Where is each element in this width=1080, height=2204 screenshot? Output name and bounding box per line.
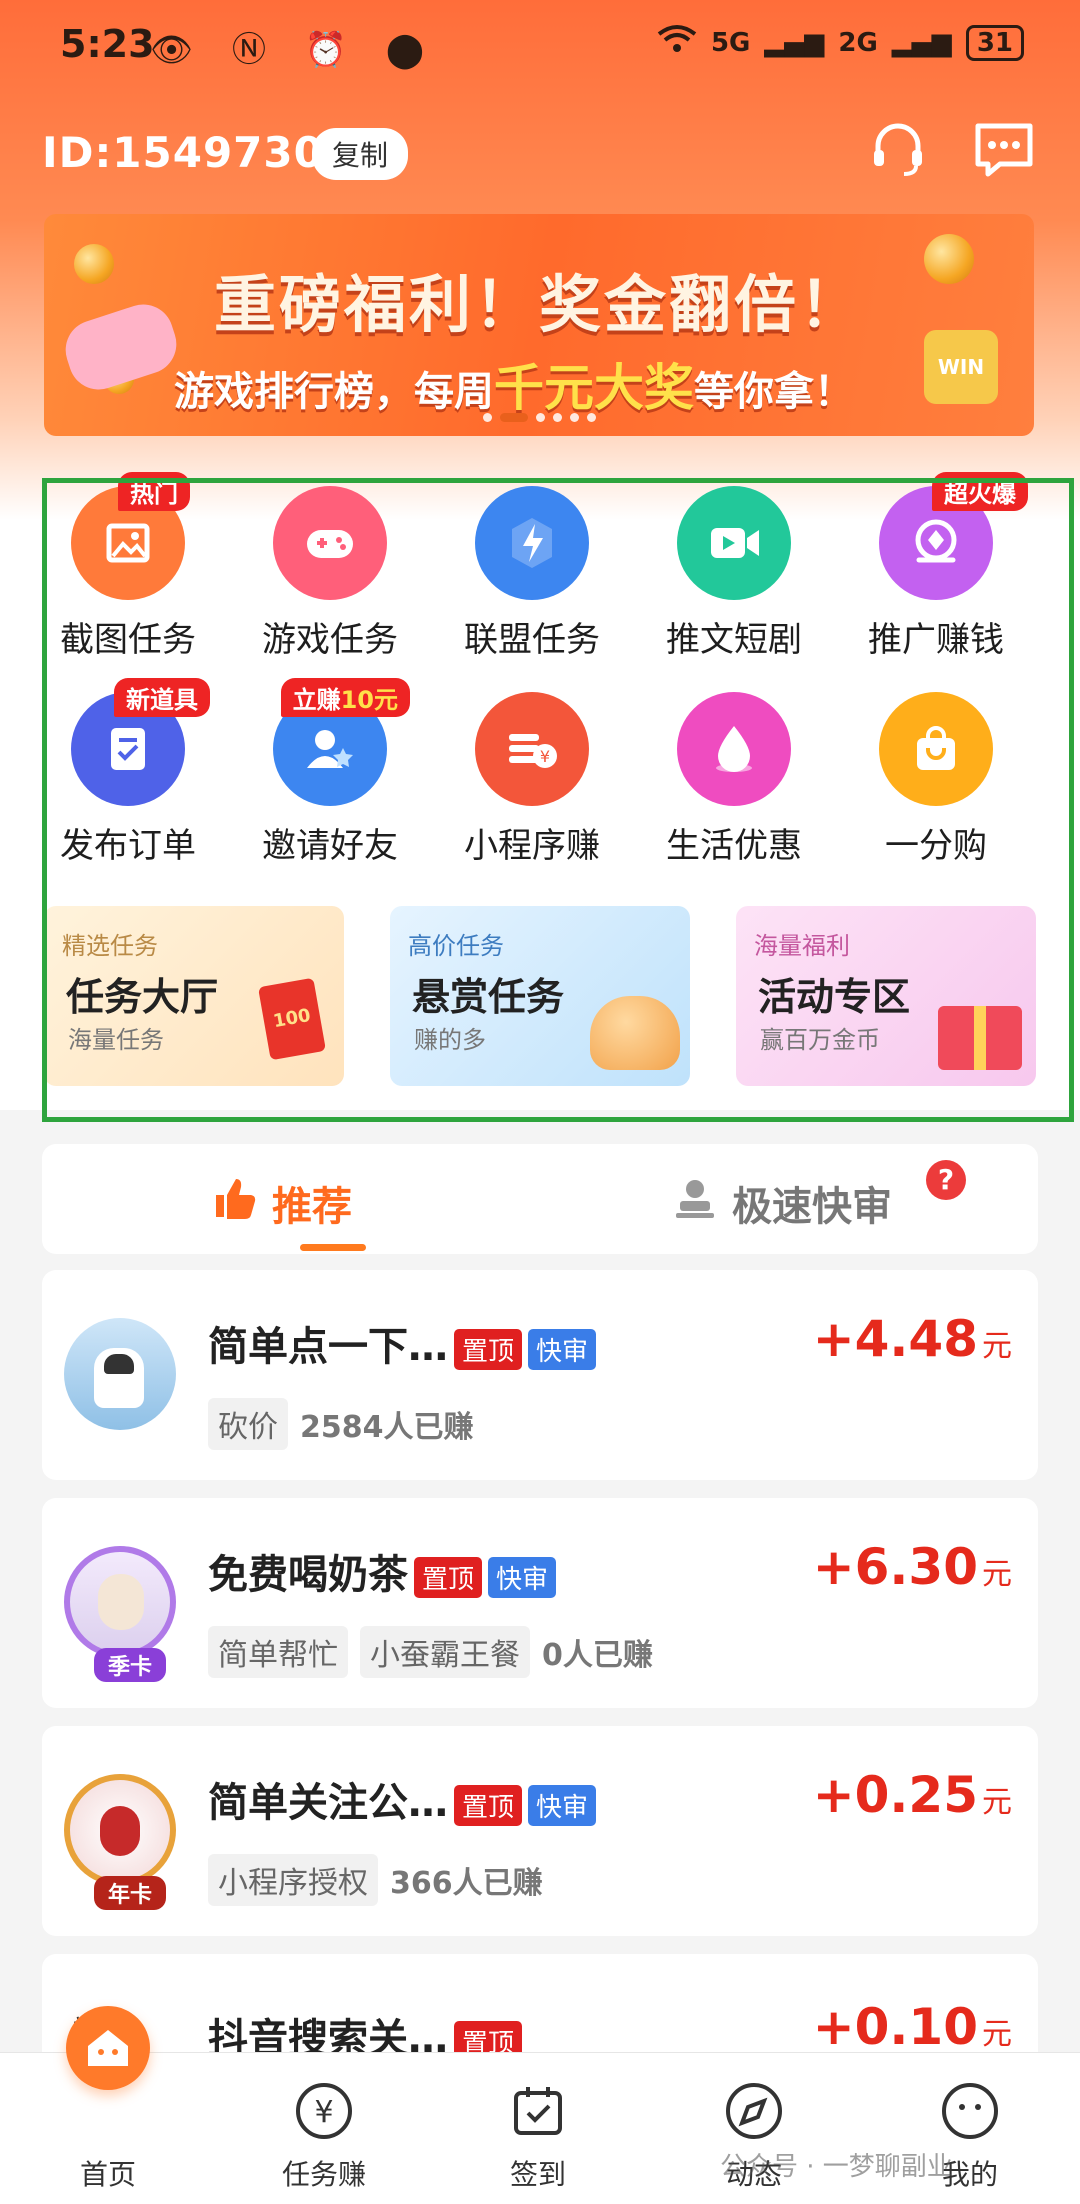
task-row[interactable]: 简单点一下… 置顶 快审 砍价 2584人已赚 +4.48 元 bbox=[42, 1270, 1038, 1480]
task-meta: 小程序授权 366人已赚 bbox=[208, 1854, 543, 1906]
tab-label: 极速快审 bbox=[732, 1184, 892, 1230]
wifi-icon bbox=[657, 24, 697, 61]
home-icon[interactable] bbox=[66, 2006, 150, 2090]
status-notification-icons: 👁 Ⓝ ⏰ ⬤ bbox=[150, 30, 438, 70]
task-chip: 小蚕霸王餐 bbox=[360, 1626, 530, 1678]
task-reward: +0.10 元 bbox=[812, 1998, 1012, 2056]
task-meta: 砍价 2584人已赚 bbox=[208, 1398, 474, 1450]
season-card-badge: 季卡 bbox=[94, 1648, 167, 1682]
compass-icon bbox=[722, 2079, 786, 2143]
battery-indicator: 31 bbox=[965, 24, 1024, 61]
copy-id-button[interactable]: 复制 bbox=[312, 128, 409, 180]
pinned-tag: 置顶 bbox=[454, 1328, 523, 1370]
task-chip: 简单帮忙 bbox=[208, 1626, 348, 1678]
avatar bbox=[64, 1318, 176, 1430]
task-reward: +4.48 元 bbox=[812, 1310, 1012, 1368]
help-icon[interactable]: ? bbox=[926, 1160, 966, 1200]
fast-review-tag: 快审 bbox=[488, 1556, 557, 1598]
avatar bbox=[64, 1774, 176, 1886]
task-row[interactable]: 年卡 简单关注公… 置顶 快审 小程序授权 366人已赚 +0.25 元 bbox=[42, 1726, 1038, 1936]
signal-2g: 2G bbox=[838, 27, 878, 58]
banner-dot[interactable] bbox=[586, 413, 596, 422]
task-title: 简单点一下… 置顶 快审 bbox=[208, 1314, 597, 1372]
fast-review-tag: 快审 bbox=[528, 1784, 597, 1826]
pinned-tag: 置顶 bbox=[454, 1784, 523, 1826]
tab-recommend[interactable]: 推荐 bbox=[212, 1174, 352, 1232]
watermark-text: 公众号 · 一梦聊副业 bbox=[720, 2152, 953, 2182]
banner-dot[interactable] bbox=[535, 413, 545, 422]
user-stamp-icon bbox=[672, 1175, 718, 1231]
pinned-tag: 置顶 bbox=[414, 1556, 483, 1598]
nav-label: 首页 bbox=[79, 2158, 136, 2191]
earned-count: 0人已赚 bbox=[542, 1638, 653, 1673]
signal-bars-icon: ▂▄▆ bbox=[764, 27, 825, 58]
status-right-icons: 5G ▂▄▆ 2G ▂▄▆ 31 bbox=[657, 24, 1024, 61]
banner-dot[interactable] bbox=[569, 413, 579, 422]
banner-subtitle: 游戏排行榜，每周千元大奖等你拿！ bbox=[174, 359, 854, 417]
task-row[interactable]: 季卡 免费喝奶茶 置顶 快审 简单帮忙 小蚕霸王餐 0人已赚 +6.30 元 bbox=[42, 1498, 1038, 1708]
task-title: 免费喝奶茶 置顶 快审 bbox=[208, 1542, 557, 1600]
active-tab-indicator bbox=[300, 1244, 366, 1251]
earned-count: 2584人已赚 bbox=[300, 1410, 474, 1445]
fast-review-tag: 快审 bbox=[528, 1328, 597, 1370]
avatar bbox=[64, 1546, 176, 1658]
banner-dot[interactable] bbox=[552, 413, 562, 422]
tab-fast-review[interactable]: 极速快审 bbox=[672, 1174, 892, 1232]
signal-5g: 5G bbox=[710, 27, 751, 58]
promo-banner[interactable]: WIN 重磅福利！奖金翻倍！ 游戏排行榜，每周千元大奖等你拿！ bbox=[44, 214, 1034, 436]
svg-text:¥: ¥ bbox=[314, 2095, 333, 2130]
annual-card-badge: 年卡 bbox=[94, 1876, 167, 1910]
earned-count: 366人已赚 bbox=[390, 1866, 543, 1901]
task-title: 简单关注公… 置顶 快审 bbox=[208, 1770, 597, 1828]
task-reward: +0.25 元 bbox=[812, 1766, 1012, 1824]
customer-service-icon[interactable] bbox=[866, 118, 930, 182]
nav-task-earn[interactable]: ¥ 任务赚 bbox=[244, 2079, 404, 2193]
nav-label: 任务赚 bbox=[281, 2158, 366, 2191]
task-tabs: 推荐 极速快审 bbox=[42, 1144, 1038, 1254]
banner-dot[interactable] bbox=[482, 413, 492, 422]
nav-check-in[interactable]: 签到 bbox=[458, 2079, 618, 2193]
task-meta: 简单帮忙 小蚕霸王餐 0人已赚 bbox=[208, 1626, 653, 1678]
nav-home[interactable]: 首页 bbox=[28, 2143, 188, 2193]
tab-label: 推荐 bbox=[272, 1184, 352, 1230]
thumbs-up-icon bbox=[212, 1175, 258, 1231]
calendar-check-icon bbox=[506, 2079, 570, 2143]
yen-circle-icon: ¥ bbox=[292, 2079, 356, 2143]
message-icon[interactable] bbox=[972, 118, 1036, 182]
banner-title: 重磅福利！奖金翻倍！ bbox=[213, 268, 864, 341]
highlight-frame bbox=[42, 478, 1074, 1122]
task-row[interactable]: 数据 抖音搜索关…置顶 +0.10元 bbox=[42, 1954, 1038, 2062]
nav-label: 签到 bbox=[509, 2158, 566, 2191]
task-chip: 砍价 bbox=[208, 1398, 288, 1450]
status-time: 5:23 bbox=[60, 22, 155, 66]
status-bar: 5:23 👁 Ⓝ ⏰ ⬤ 5G ▂▄▆ 2G ▂▄▆ 31 bbox=[0, 0, 1080, 90]
smile-icon bbox=[938, 2079, 1002, 2143]
banner-dot-active[interactable] bbox=[499, 413, 528, 422]
banner-pagination[interactable] bbox=[44, 413, 1034, 422]
task-reward: +6.30 元 bbox=[812, 1538, 1012, 1596]
signal-bars-icon: ▂▄▆ bbox=[891, 27, 952, 58]
task-chip: 小程序授权 bbox=[208, 1854, 378, 1906]
user-id: ID:15497308 bbox=[42, 128, 355, 177]
